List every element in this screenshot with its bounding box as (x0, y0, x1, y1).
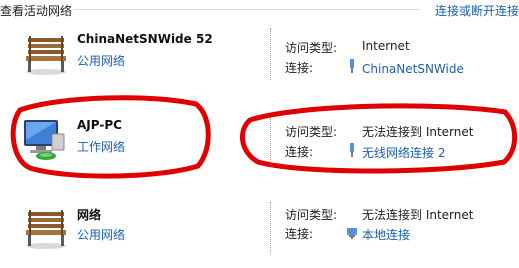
network-name: ChinaNetSNWide 52 (77, 32, 213, 46)
wired-adapter-icon (345, 225, 359, 242)
network-name: 网络 (77, 208, 102, 222)
connection-label: 连接: (285, 145, 314, 159)
connect-disconnect-link[interactable]: 连接或断开连接 (435, 2, 519, 19)
connection-label: 连接: (285, 61, 314, 75)
bench-icon[interactable] (22, 208, 68, 250)
access-type-value: Internet (362, 39, 410, 53)
connection-name: 本地连接 (362, 228, 411, 242)
network-type-link[interactable]: 工作网络 (77, 138, 125, 155)
access-type-label: 访问类型: (285, 125, 338, 139)
header-divider (74, 9, 421, 10)
access-type-label: 访问类型: (285, 41, 338, 55)
column-divider (270, 202, 271, 254)
column-divider (270, 114, 271, 166)
access-type-label: 访问类型: (285, 208, 338, 222)
wireless-adapter-icon (345, 59, 359, 76)
network-row: ChinaNetSNWide 52 公用网络 访问类型: Internet 连接… (0, 28, 519, 90)
network-row: 网络 公用网络 访问类型: 无法连接到 Internet 连接: 本地连接 (0, 202, 519, 264)
access-type-value: 无法连接到 Internet (362, 208, 474, 222)
bench-icon[interactable] (22, 34, 68, 76)
access-type-value: 无法连接到 Internet (362, 125, 474, 139)
connection-link[interactable]: 本地连接 (345, 225, 410, 243)
connection-link[interactable]: 无线网络连接 2 (345, 143, 445, 161)
network-row: AJP-PC 工作网络 访问类型: 无法连接到 Internet 连接: 无线网… (0, 114, 519, 176)
network-type-link[interactable]: 公用网络 (77, 226, 125, 243)
connection-label: 连接: (285, 227, 314, 241)
section-title: 查看活动网络 (0, 4, 73, 18)
section-header: 查看活动网络 连接或断开连接 (0, 0, 519, 18)
work-network-icon[interactable] (22, 120, 68, 162)
connection-link[interactable]: ChinaNetSNWide (345, 59, 464, 76)
network-type-link[interactable]: 公用网络 (77, 52, 125, 69)
connection-name: ChinaNetSNWide (362, 62, 464, 76)
connection-name: 无线网络连接 2 (362, 146, 446, 160)
column-divider (270, 28, 271, 80)
network-name: AJP-PC (77, 118, 122, 132)
wireless-adapter-icon (345, 143, 359, 160)
